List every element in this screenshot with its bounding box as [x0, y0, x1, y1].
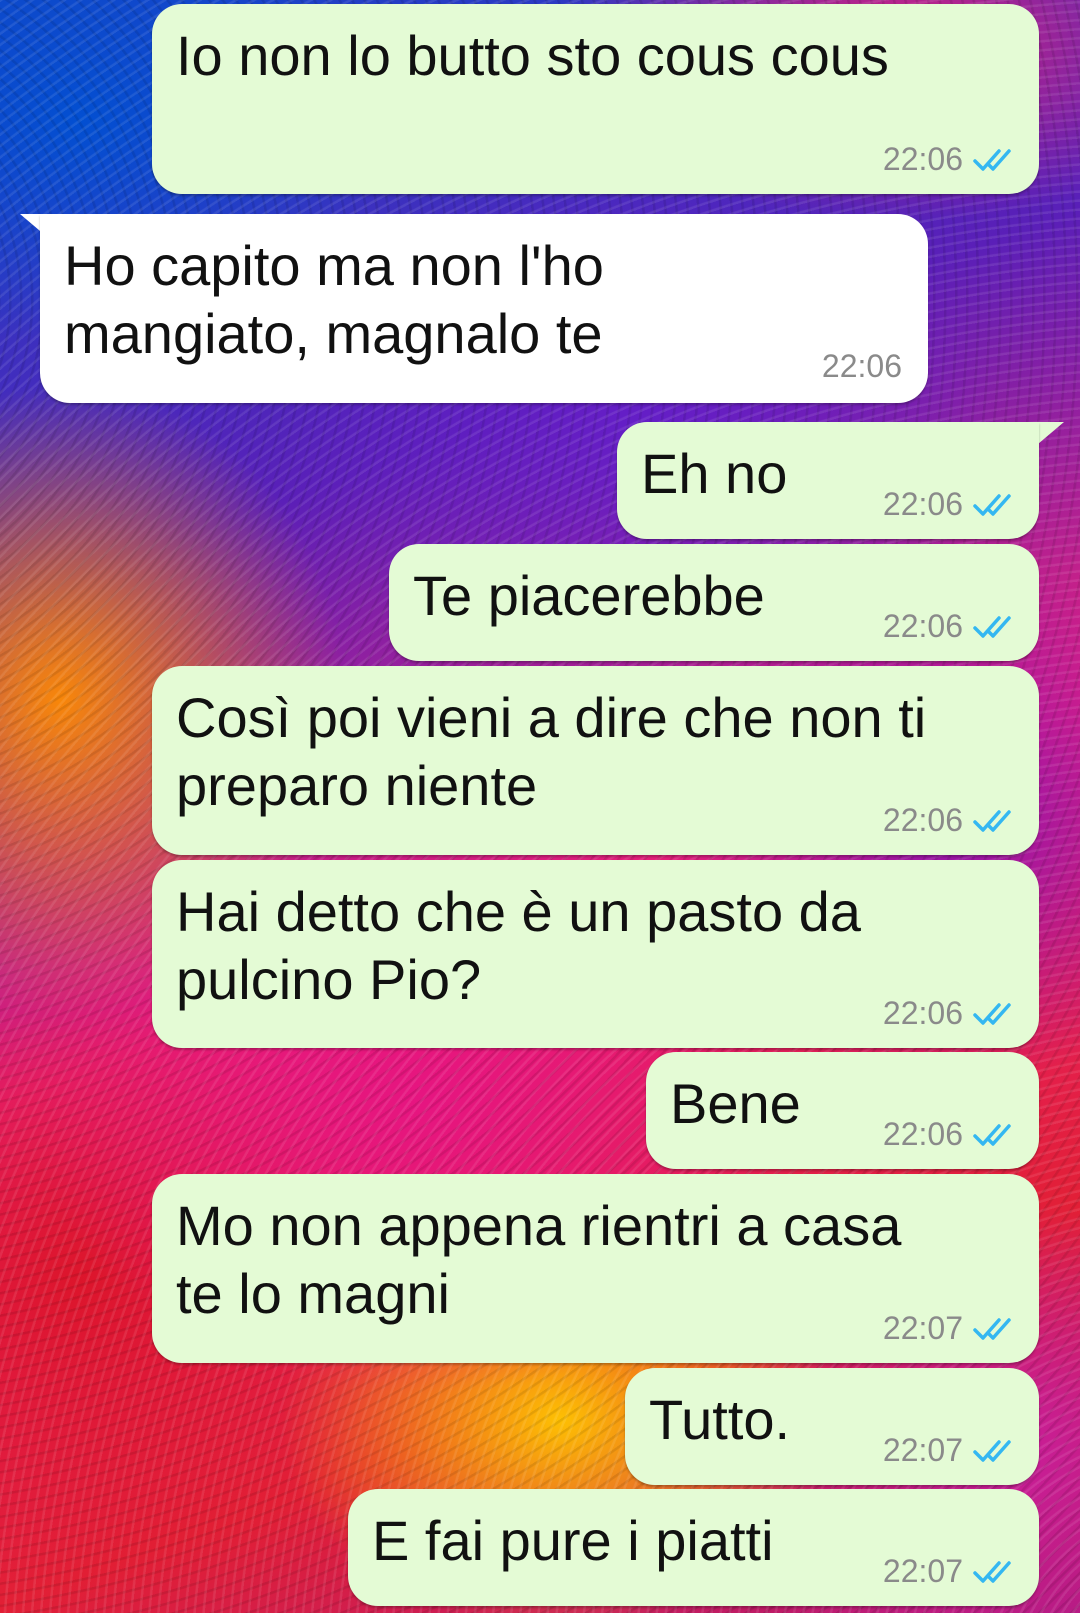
message-time: 22:07	[882, 1553, 963, 1589]
message-text: E fai pure i piatti	[372, 1509, 774, 1572]
message-time: 22:06	[882, 608, 963, 644]
message-bubble-outgoing[interactable]: Te piacerebbe 22:06	[389, 544, 1039, 661]
message-bubble-outgoing[interactable]: Mo non appena rientri a casa te lo magni…	[152, 1174, 1039, 1363]
message-time: 22:06	[882, 1116, 963, 1152]
message-text: Mo non appena rientri a casa te lo magni	[176, 1194, 902, 1325]
message-text: Tutto.	[649, 1388, 791, 1451]
double-check-icon	[973, 1002, 1011, 1025]
message-bubble-outgoing[interactable]: Tutto. 22:07	[625, 1368, 1039, 1485]
message-text: Hai detto che è un pasto da pulcino Pio?	[176, 880, 861, 1011]
message-bubble-incoming[interactable]: Ho capito ma non l'ho mangiato, magnalo …	[40, 214, 928, 403]
message-time: 22:06	[882, 995, 963, 1031]
message-meta: 22:06	[822, 348, 902, 385]
message-text: Te piacerebbe	[413, 564, 765, 627]
message-meta: 22:06	[883, 486, 1017, 523]
message-meta: 22:07	[883, 1553, 1017, 1590]
double-check-icon	[973, 1317, 1011, 1340]
message-bubble-outgoing[interactable]: Così poi vieni a dire che non ti preparo…	[152, 666, 1039, 855]
double-check-icon	[973, 1439, 1011, 1462]
message-bubble-outgoing[interactable]: E fai pure i piatti 22:07	[348, 1489, 1039, 1606]
message-time: 22:06	[882, 802, 963, 838]
double-check-icon	[973, 493, 1011, 516]
message-meta: 22:06	[883, 1116, 1017, 1153]
message-time: 22:06	[882, 486, 963, 522]
message-time: 22:07	[882, 1310, 963, 1346]
message-text: Così poi vieni a dire che non ti preparo…	[176, 686, 927, 817]
message-text: Ho capito ma non l'ho mangiato, magnalo …	[64, 234, 604, 365]
message-bubble-outgoing[interactable]: Bene 22:06	[646, 1052, 1039, 1169]
message-text: Io non lo butto sto cous cous	[176, 24, 889, 87]
double-check-icon	[973, 148, 1011, 171]
message-time: 22:06	[882, 141, 963, 177]
message-meta: 22:07	[883, 1310, 1017, 1347]
message-bubble-outgoing[interactable]: Io non lo butto sto cous cous 22:06	[152, 4, 1039, 194]
message-time: 22:06	[821, 348, 902, 384]
outgoing-bubble-tail	[1038, 422, 1064, 444]
message-meta: 22:06	[883, 802, 1017, 839]
message-bubble-outgoing[interactable]: Hai detto che è un pasto da pulcino Pio?…	[152, 860, 1039, 1048]
double-check-icon	[973, 1123, 1011, 1146]
double-check-icon	[973, 615, 1011, 638]
message-text: Bene	[670, 1072, 801, 1135]
message-bubble-outgoing[interactable]: Eh no 22:06	[617, 422, 1039, 539]
message-text: Eh no	[641, 442, 788, 505]
message-meta: 22:07	[883, 1432, 1017, 1469]
message-time: 22:07	[882, 1432, 963, 1468]
message-meta: 22:06	[883, 608, 1017, 645]
message-meta: 22:06	[883, 995, 1017, 1032]
double-check-icon	[973, 809, 1011, 832]
double-check-icon	[973, 1560, 1011, 1583]
message-meta: 22:06	[883, 141, 1017, 178]
